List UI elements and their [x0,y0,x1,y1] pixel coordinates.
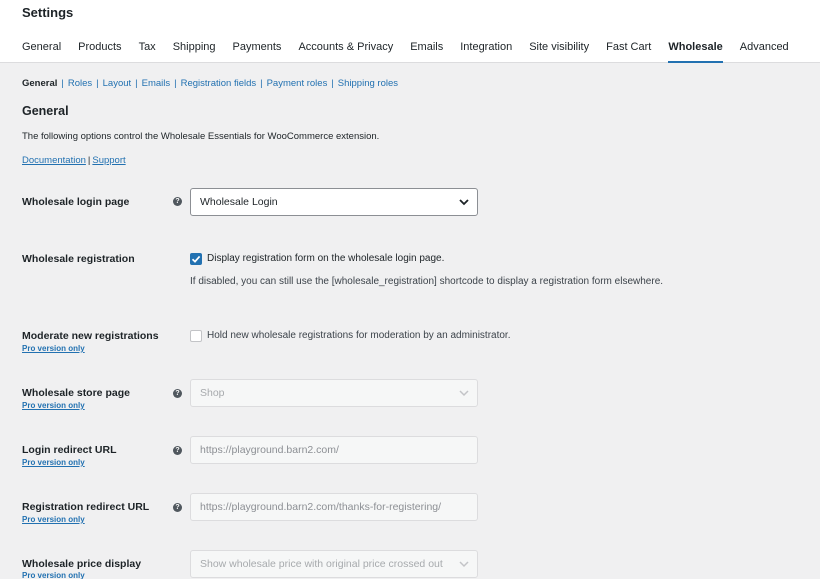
subnav-general[interactable]: General [22,78,57,89]
doc-links: Documentation | Support [22,155,126,166]
store-page-select[interactable]: Shop [190,379,478,407]
registration-checkbox[interactable] [190,253,202,265]
tab-general[interactable]: General [22,40,61,63]
moderate-checkbox[interactable] [190,330,202,342]
login-page-label: Wholesale login page [22,196,130,208]
store-page-value: Shop [200,387,225,399]
pro-version-link[interactable]: Pro version only [22,401,85,410]
tab-wholesale[interactable]: Wholesale [668,40,723,63]
tab-site-visibility[interactable]: Site visibility [529,40,589,63]
price-display-value: Show wholesale price with original price… [200,558,443,570]
settings-header: Settings General Products Tax Shipping P… [0,0,820,63]
registration-checkbox-label: Display registration form on the wholesa… [207,253,445,264]
registration-redirect-label: Registration redirect URL [22,501,150,513]
login-page-value: Wholesale Login [200,196,278,208]
login-page-select[interactable]: Wholesale Login [190,188,478,216]
tab-integration[interactable]: Integration [460,40,512,63]
subnav-separator: | [96,78,99,89]
tab-products[interactable]: Products [78,40,121,63]
tab-fast-cart[interactable]: Fast Cart [606,40,651,63]
price-display-select[interactable]: Show wholesale price with original price… [190,550,478,578]
tab-shipping[interactable]: Shipping [173,40,216,63]
pro-version-link[interactable]: Pro version only [22,344,85,353]
documentation-link[interactable]: Documentation [22,155,86,166]
pro-version-link[interactable]: Pro version only [22,571,85,579]
pro-version-link[interactable]: Pro version only [22,458,85,467]
subnav-separator: | [331,78,334,89]
moderate-label: Moderate new registrations [22,330,159,342]
help-icon[interactable]: ? [173,503,182,512]
subnav-separator: | [174,78,177,89]
section-title: General [22,104,69,118]
support-link[interactable]: Support [92,155,125,166]
tab-emails[interactable]: Emails [410,40,443,63]
wholesale-subnav: General | Roles | Layout | Emails | Registration… [22,78,398,89]
pro-version-link[interactable]: Pro version only [22,515,85,524]
subnav-registration-fields[interactable]: Registration fields [181,78,257,89]
subnav-emails[interactable]: Emails [142,78,171,89]
registration-hint: If disabled, you can still use the [whol… [190,276,664,287]
subnav-shipping-roles[interactable]: Shipping roles [338,78,398,89]
subnav-separator: | [135,78,138,89]
price-display-label: Wholesale price display [22,558,142,570]
moderate-checkbox-label: Hold new wholesale registrations for mod… [207,330,511,341]
chevron-down-icon [459,199,469,206]
store-page-label: Wholesale store page [22,387,130,399]
subnav-separator: | [61,78,64,89]
login-redirect-label: Login redirect URL [22,444,117,456]
subnav-separator: | [260,78,263,89]
tab-payments[interactable]: Payments [233,40,282,63]
tab-accounts-privacy[interactable]: Accounts & Privacy [298,40,393,63]
page-title: Settings [22,5,74,20]
registration-label: Wholesale registration [22,253,135,265]
help-icon[interactable]: ? [173,197,182,206]
registration-redirect-input[interactable]: https://playground.barn2.com/thanks-for-… [190,493,478,521]
checkmark-icon [191,255,201,263]
subnav-roles[interactable]: Roles [68,78,92,89]
chevron-down-icon [459,390,469,397]
chevron-down-icon [459,561,469,568]
tab-tax[interactable]: Tax [139,40,156,63]
section-description: The following options control the Wholes… [22,131,380,142]
subnav-payment-roles[interactable]: Payment roles [267,78,328,89]
subnav-layout[interactable]: Layout [103,78,132,89]
tab-advanced[interactable]: Advanced [740,40,789,63]
help-icon[interactable]: ? [173,446,182,455]
settings-tabs: General Products Tax Shipping Payments A… [22,40,806,63]
login-redirect-input[interactable]: https://playground.barn2.com/ [190,436,478,464]
help-icon[interactable]: ? [173,389,182,398]
link-separator: | [87,155,91,166]
